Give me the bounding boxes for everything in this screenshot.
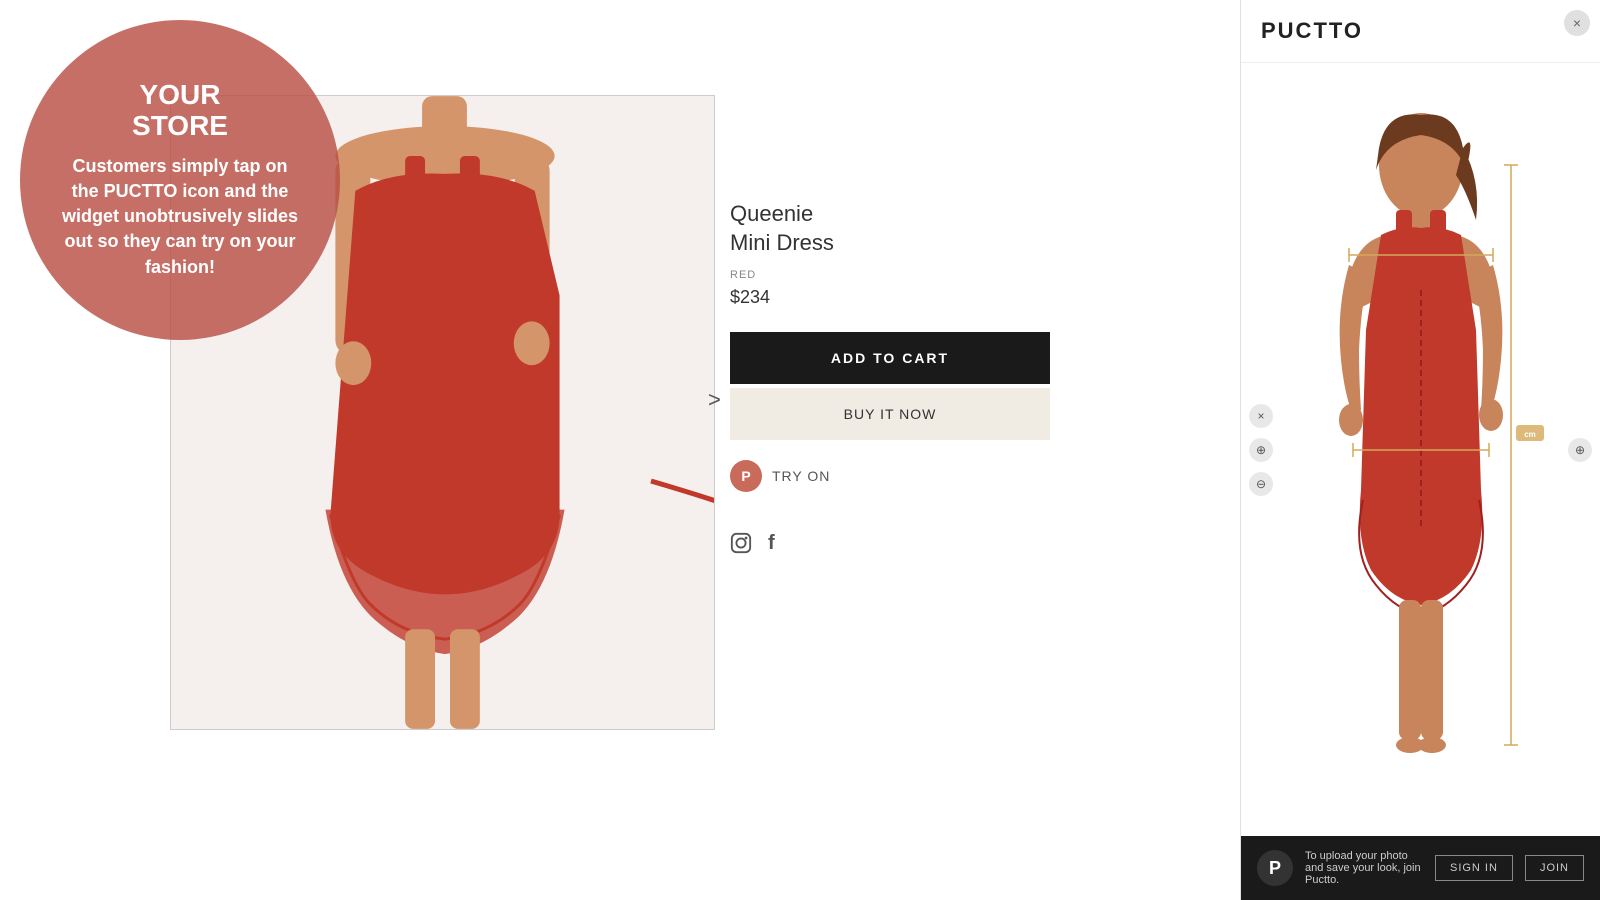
page-close-area: × bbox=[1564, 10, 1590, 36]
join-button[interactable]: JOIN bbox=[1525, 855, 1584, 881]
puctto-panel: × PUCTTO × ⊕ ⊖ bbox=[1240, 0, 1600, 900]
next-arrow-icon: > bbox=[708, 387, 721, 412]
puctto-header: PUCTTO bbox=[1241, 0, 1600, 63]
store-label-line1: YOUR bbox=[140, 79, 221, 110]
facebook-icon[interactable]: f bbox=[768, 532, 775, 560]
puctto-side-controls-right: ⊕ bbox=[1568, 438, 1592, 462]
instagram-icon[interactable] bbox=[730, 532, 752, 560]
product-panel: Queenie Mini Dress RED $234 ADD TO CART … bbox=[730, 200, 1050, 560]
product-price: $234 bbox=[730, 287, 1050, 308]
social-icons: f bbox=[730, 532, 1050, 560]
svg-text:cm: cm bbox=[1524, 430, 1536, 439]
ctrl-close-btn[interactable]: × bbox=[1249, 404, 1273, 428]
buy-now-button[interactable]: BUY IT NOW bbox=[730, 388, 1050, 440]
puctto-model-area: × ⊕ ⊖ bbox=[1241, 63, 1600, 836]
add-to-cart-button[interactable]: ADD TO CART bbox=[730, 332, 1050, 384]
try-on-row[interactable]: P TRY ON bbox=[730, 460, 1050, 492]
callout-circle: YOUR STORE Customers simply tap on the P… bbox=[20, 20, 340, 340]
puctto-footer: P To upload your photo and save your loo… bbox=[1241, 836, 1600, 900]
sign-in-button[interactable]: SIGN IN bbox=[1435, 855, 1513, 881]
store-label-line2: STORE bbox=[132, 110, 228, 141]
model-figure: cm bbox=[1281, 110, 1561, 790]
close-button[interactable]: × bbox=[1564, 10, 1590, 36]
ctrl-expand-btn[interactable]: ⊕ bbox=[1249, 438, 1273, 462]
ctrl-shrink-btn[interactable]: ⊖ bbox=[1249, 472, 1273, 496]
callout-text: Customers simply tap on the PUCTTO icon … bbox=[60, 154, 300, 280]
product-name-line1: Queenie bbox=[730, 201, 813, 226]
main-area: YOUR STORE Customers simply tap on the P… bbox=[0, 0, 1240, 900]
try-on-label: TRY ON bbox=[772, 468, 830, 484]
try-on-icon: P bbox=[730, 460, 762, 492]
model-svg: cm bbox=[1281, 110, 1561, 790]
product-color: RED bbox=[730, 269, 1050, 281]
footer-text: To upload your photo and save your look,… bbox=[1305, 850, 1423, 886]
ctrl-right-expand[interactable]: ⊕ bbox=[1568, 438, 1592, 462]
svg-text:P: P bbox=[741, 468, 750, 484]
store-label: YOUR STORE bbox=[132, 80, 228, 142]
product-name-line2: Mini Dress bbox=[730, 230, 834, 255]
product-name: Queenie Mini Dress bbox=[730, 200, 1050, 257]
puctto-logo: PUCTTO bbox=[1261, 18, 1363, 44]
puctto-side-controls-left: × ⊕ ⊖ bbox=[1249, 404, 1273, 496]
puctto-footer-logo: P bbox=[1257, 850, 1293, 886]
puctto-p-icon: P bbox=[1269, 858, 1281, 879]
